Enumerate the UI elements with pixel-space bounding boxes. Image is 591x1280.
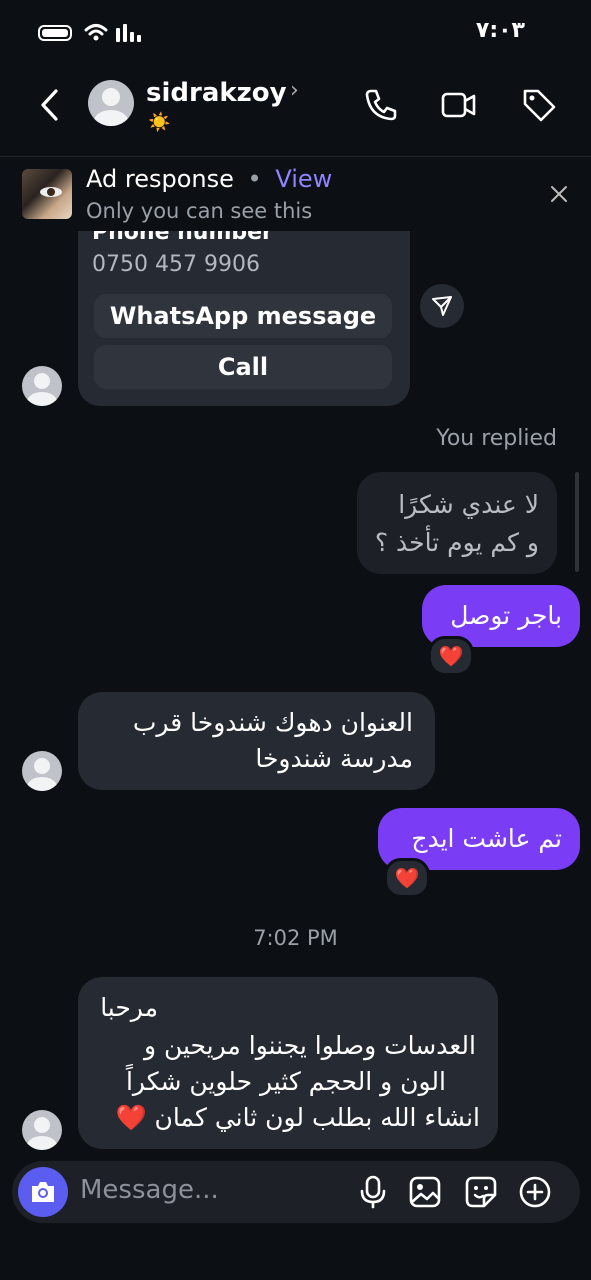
- message-text: الون و الحجم كثير حلوين شكراً: [125, 1067, 446, 1096]
- contact-card: Phone number 0750 457 9906 WhatsApp mess…: [78, 210, 410, 406]
- ad-title: Ad response • View: [86, 165, 332, 193]
- avatar[interactable]: [22, 1110, 62, 1150]
- avatar[interactable]: [88, 80, 134, 126]
- you-replied-label: You replied: [436, 426, 557, 451]
- status-emoji: ☀️: [148, 112, 171, 133]
- signal-icon: [116, 24, 141, 42]
- tag-icon[interactable]: [520, 86, 558, 124]
- video-icon[interactable]: [440, 86, 478, 124]
- heart-reaction[interactable]: ❤️: [384, 858, 430, 898]
- timestamp: 7:02 PM: [253, 926, 338, 950]
- ad-response-banner[interactable]: Ad response • View Only you can see this: [0, 156, 591, 231]
- heart-reaction[interactable]: ❤️: [428, 636, 474, 676]
- camera-icon: [32, 1182, 54, 1202]
- message-text: مدرسة شندوخا: [255, 744, 413, 773]
- send-icon: [432, 296, 452, 316]
- avatar[interactable]: [22, 366, 62, 406]
- message-text: تم عاشت ايدج: [411, 824, 562, 853]
- status-bar: ٧:٠٣: [0, 0, 591, 66]
- call-button[interactable]: Call: [94, 345, 392, 389]
- replied-to-message[interactable]: لا عندي شكرًا و كم يوم تأخذ ؟: [357, 472, 557, 574]
- message-text: لا عندي شكرًا: [398, 490, 539, 519]
- message-text: و كم يوم تأخذ ؟: [374, 528, 539, 557]
- share-button[interactable]: [420, 284, 464, 328]
- message-text: العنوان دهوك شندوخا قرب: [132, 708, 413, 737]
- username[interactable]: sidrakzoy: [146, 78, 287, 108]
- camera-button[interactable]: [18, 1167, 68, 1217]
- ad-title-text: Ad response: [86, 165, 234, 193]
- whatsapp-message-button[interactable]: WhatsApp message: [94, 294, 392, 338]
- close-icon[interactable]: [548, 183, 570, 205]
- message-text: باجر توصل: [450, 601, 562, 630]
- sticker-icon[interactable]: [464, 1175, 498, 1209]
- ad-subtitle: Only you can see this: [86, 199, 313, 223]
- chevron-right-icon[interactable]: ›: [290, 78, 299, 103]
- received-message[interactable]: مرحبا العدسات وصلوا يجننوا مريحين و الون…: [78, 977, 498, 1149]
- microphone-icon[interactable]: [356, 1175, 390, 1209]
- back-icon[interactable]: [38, 88, 62, 122]
- clock: ٧:٠٣: [475, 18, 525, 43]
- phone-number[interactable]: 0750 457 9906: [92, 252, 260, 277]
- battery-icon: [38, 25, 72, 41]
- chat-header: sidrakzoy › ☀️: [0, 66, 591, 156]
- separator: •: [247, 165, 262, 193]
- gallery-icon[interactable]: [408, 1175, 442, 1209]
- received-message[interactable]: العنوان دهوك شندوخا قرب مدرسة شندوخا: [78, 692, 435, 790]
- message-text: العدسات وصلوا يجننوا مريحين و: [143, 1031, 476, 1060]
- add-icon[interactable]: [518, 1175, 552, 1209]
- ad-thumbnail[interactable]: [22, 169, 72, 219]
- view-link[interactable]: View: [275, 165, 332, 193]
- reply-indicator: [575, 472, 579, 572]
- avatar[interactable]: [22, 751, 62, 791]
- message-text: مرحبا: [100, 993, 158, 1022]
- message-text: انشاء الله بطلب لون ثاني كمان ❤️: [115, 1103, 480, 1132]
- message-input[interactable]: Message...: [80, 1175, 219, 1205]
- phone-icon[interactable]: [362, 86, 400, 124]
- wifi-icon: [84, 24, 108, 41]
- message-composer: Message...: [12, 1161, 580, 1223]
